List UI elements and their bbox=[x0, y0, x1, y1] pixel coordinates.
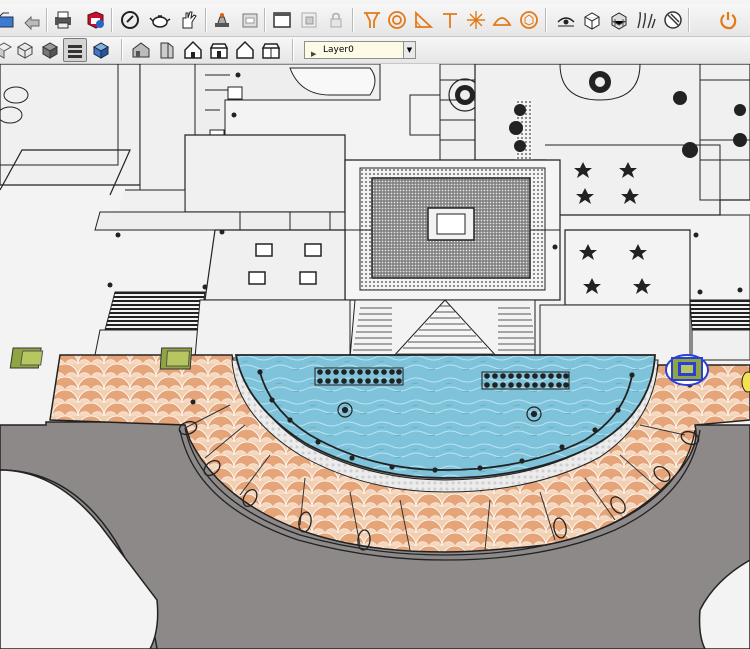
right-view-icon[interactable] bbox=[207, 38, 231, 62]
eye-hat-icon[interactable] bbox=[554, 8, 578, 32]
model-viewport[interactable] bbox=[0, 64, 750, 649]
save-arrow-icon[interactable] bbox=[20, 8, 44, 32]
front-view-icon[interactable] bbox=[181, 38, 205, 62]
back-view-icon[interactable] bbox=[233, 38, 257, 62]
grass-icon[interactable] bbox=[634, 8, 658, 32]
current-layer-marker-icon: ▶ bbox=[311, 50, 317, 58]
lock-icon[interactable] bbox=[324, 8, 348, 32]
teapot-icon[interactable] bbox=[148, 8, 172, 32]
hexagon-icon[interactable] bbox=[517, 8, 541, 32]
angle-icon[interactable] bbox=[411, 8, 435, 32]
printer-icon[interactable] bbox=[51, 8, 75, 32]
hidden-line-style-icon[interactable] bbox=[38, 38, 62, 62]
shaded-textures-style-icon[interactable] bbox=[89, 38, 113, 62]
layer-dropdown[interactable]: ▶ Layer0 ▼ bbox=[304, 41, 416, 59]
iso-view-icon[interactable] bbox=[129, 38, 153, 62]
t-stake-icon[interactable] bbox=[438, 8, 462, 32]
funnel-icon[interactable] bbox=[360, 8, 384, 32]
cube-grid-icon[interactable] bbox=[607, 8, 631, 32]
chevron-down-icon[interactable]: ▼ bbox=[403, 42, 415, 58]
stamp-icon[interactable] bbox=[210, 8, 234, 32]
sparkle-icon[interactable] bbox=[464, 8, 488, 32]
window-icon[interactable] bbox=[270, 8, 294, 32]
circle-slash-icon[interactable] bbox=[118, 8, 142, 32]
left-view-icon[interactable] bbox=[259, 38, 283, 62]
model-info-icon[interactable] bbox=[83, 8, 107, 32]
top-view-icon[interactable] bbox=[155, 38, 179, 62]
ring-target-icon[interactable] bbox=[385, 8, 409, 32]
push-hand-icon[interactable] bbox=[177, 8, 201, 32]
cube-arrow-icon[interactable] bbox=[580, 8, 604, 32]
tape-icon[interactable] bbox=[238, 8, 262, 32]
current-layer-name: Layer0 bbox=[323, 45, 354, 55]
site-plan-drawing bbox=[0, 64, 750, 649]
main-toolbar bbox=[0, 4, 750, 37]
no-entry-icon[interactable] bbox=[661, 8, 685, 32]
wireframe-style-icon[interactable] bbox=[13, 38, 37, 62]
dome-icon[interactable] bbox=[490, 8, 514, 32]
open-folder-icon[interactable] bbox=[0, 8, 18, 32]
shaded-style-icon[interactable] bbox=[63, 38, 87, 62]
power-icon[interactable] bbox=[716, 8, 740, 32]
selected-planter bbox=[665, 354, 709, 386]
component-icon[interactable] bbox=[297, 8, 321, 32]
